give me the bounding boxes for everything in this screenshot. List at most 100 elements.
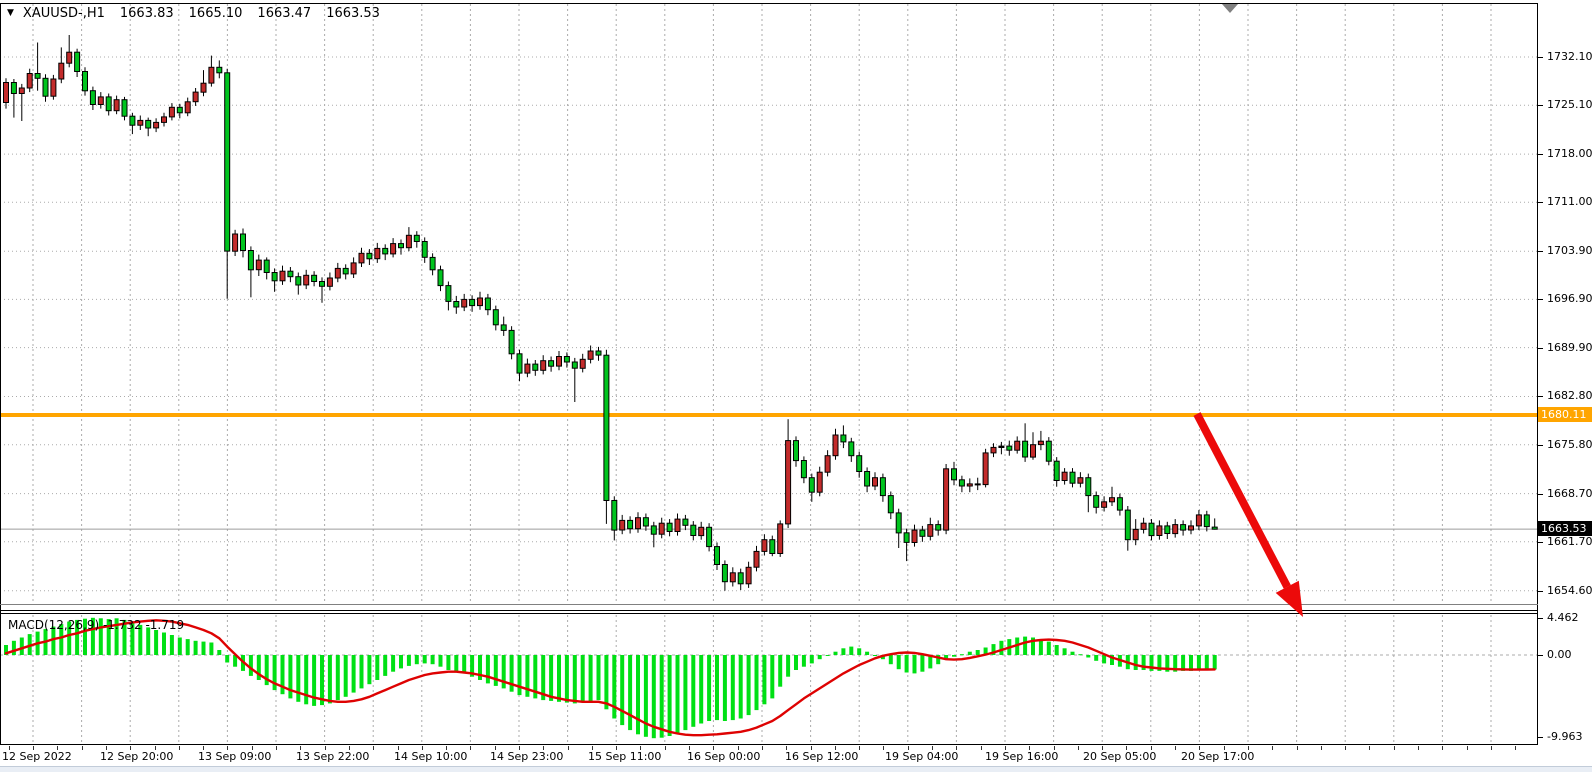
candle-body <box>193 92 198 102</box>
axis-tick-mark <box>495 746 496 750</box>
candle-body <box>549 361 554 367</box>
candle-body <box>1110 498 1115 502</box>
candle-body <box>1125 510 1130 540</box>
axis-tick-mark <box>543 746 544 750</box>
axis-tick-mark <box>592 746 593 750</box>
axis-tick-mark <box>762 746 763 750</box>
macd-max-label: 4.462 <box>1547 611 1579 624</box>
candle-body <box>999 446 1004 447</box>
axis-tick-mark <box>1538 251 1543 252</box>
axis-tick-mark <box>1538 57 1543 58</box>
candle-body <box>485 298 490 310</box>
candle-body <box>256 260 261 270</box>
candle-body <box>414 235 419 241</box>
candle-body <box>406 235 411 247</box>
candle-body <box>865 472 870 487</box>
axis-tick-mark <box>9 746 10 750</box>
candle-body <box>4 83 9 103</box>
axis-tick-mark <box>373 746 374 750</box>
candle-body <box>233 234 238 251</box>
trend-arrow[interactable] <box>1197 414 1303 617</box>
candle-body <box>817 472 822 492</box>
candle-body <box>975 484 980 485</box>
axis-tick-mark <box>1467 746 1468 750</box>
axis-tick-mark <box>640 746 641 750</box>
orange-level-price-badge: 1680.11 <box>1538 407 1592 422</box>
horizontal-scrollbar[interactable] <box>0 766 1592 772</box>
axis-tick-mark <box>786 746 787 750</box>
candle-body <box>264 260 269 272</box>
candle-body <box>1094 496 1099 508</box>
trading-chart-window: ▼ XAUUSD-,H1 1663.83 1665.10 1663.47 166… <box>0 0 1592 772</box>
candle-body <box>525 364 530 373</box>
macd-histogram <box>4 618 1217 738</box>
axis-tick-mark <box>1126 746 1127 750</box>
price-tick-label: 1675.80 <box>1547 438 1592 451</box>
axis-tick-mark <box>227 746 228 750</box>
chart-canvas[interactable] <box>0 0 1538 746</box>
candle-body <box>1078 478 1083 484</box>
axis-tick-mark <box>1297 746 1298 750</box>
candle-body <box>209 67 214 83</box>
price-tick-label: 1732.10 <box>1547 50 1592 63</box>
candle-body <box>296 277 301 285</box>
candle-body <box>770 540 775 554</box>
axis-tick-mark <box>883 746 884 750</box>
price-axis[interactable]: 1732.101725.101718.001711.001703.901696.… <box>1538 0 1592 746</box>
axis-tick-mark <box>325 746 326 750</box>
candle-body <box>114 100 119 111</box>
candle-body <box>699 527 704 535</box>
axis-tick-mark <box>1538 737 1543 738</box>
candle-body <box>825 456 830 473</box>
candle-body <box>130 116 135 125</box>
candle-body <box>604 355 609 500</box>
axis-tick-mark <box>1369 746 1370 750</box>
candle-body <box>715 547 720 565</box>
candle-body <box>533 364 538 370</box>
candles-layer <box>4 35 1218 591</box>
time-tick-label: 20 Sep 05:00 <box>1083 750 1156 763</box>
candle-body <box>841 435 846 442</box>
time-tick-label: 14 Sep 23:00 <box>490 750 563 763</box>
price-tick-label: 1711.00 <box>1547 195 1592 208</box>
chart-shift-marker-icon[interactable] <box>1222 4 1238 13</box>
time-tick-label: 12 Sep 2022 <box>2 750 72 763</box>
axis-tick-mark <box>835 746 836 750</box>
axis-tick-mark <box>1248 746 1249 750</box>
price-tick-label: 1668.70 <box>1547 487 1592 500</box>
candle-body <box>936 525 941 531</box>
candle-body <box>730 573 735 582</box>
candle-body <box>1086 478 1091 496</box>
axis-tick-mark <box>349 746 350 750</box>
candle-body <box>754 551 759 567</box>
candle-body <box>801 461 806 478</box>
candle-body <box>833 435 838 456</box>
axis-tick-mark <box>665 746 666 750</box>
time-tick-label: 12 Sep 20:00 <box>100 750 173 763</box>
candle-body <box>873 478 878 486</box>
axis-tick-mark <box>1224 746 1225 750</box>
candle-body <box>675 519 680 531</box>
time-tick-label: 13 Sep 22:00 <box>296 750 369 763</box>
axis-tick-mark <box>1005 746 1006 750</box>
candle-body <box>920 530 925 536</box>
candle-body <box>612 501 617 531</box>
candle-body <box>359 253 364 263</box>
candle-body <box>517 354 522 373</box>
candle-body <box>98 97 103 105</box>
candle-body <box>304 275 309 285</box>
candle-body <box>75 52 80 71</box>
time-axis[interactable]: 12 Sep 202212 Sep 20:0013 Sep 09:0013 Se… <box>0 746 1592 766</box>
axis-tick-mark <box>1538 591 1543 592</box>
ohlc-high: 1665.10 <box>189 7 243 21</box>
candle-body <box>1141 523 1146 529</box>
candle-body <box>1149 523 1154 535</box>
candle-body <box>27 74 32 89</box>
candle-body <box>501 325 506 331</box>
price-tick-label: 1718.00 <box>1547 147 1592 160</box>
candle-body <box>857 456 862 472</box>
chevron-down-icon[interactable]: ▼ <box>7 6 14 20</box>
axis-tick-mark <box>1175 746 1176 750</box>
candle-body <box>667 523 672 531</box>
candle-body <box>217 67 222 73</box>
